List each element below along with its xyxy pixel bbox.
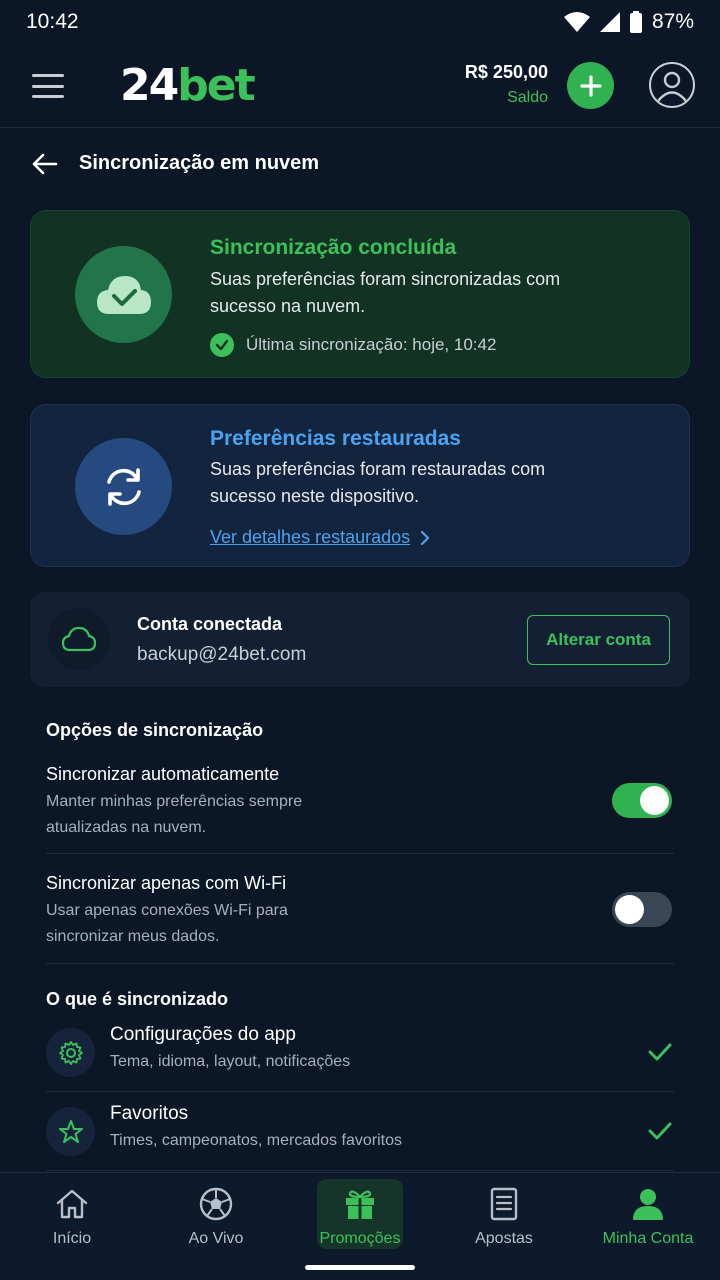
menu-icon[interactable] bbox=[32, 74, 64, 98]
check-icon bbox=[648, 1122, 672, 1140]
signal-icon bbox=[599, 12, 620, 32]
app-header: 24bet R$ 250,00 Saldo bbox=[0, 44, 720, 128]
auto-sync-title: Sincronizar automaticamente bbox=[46, 764, 280, 784]
restore-description: Suas preferências foram restauradas com … bbox=[210, 459, 546, 506]
cloud-check-circle bbox=[75, 246, 172, 343]
balance-label: Saldo bbox=[507, 89, 548, 106]
home-indicator bbox=[305, 1265, 415, 1270]
restore-status-card: Preferências restauradas Suas preferênci… bbox=[30, 404, 690, 567]
sync-status-description: Suas preferências foram sincronizadas co… bbox=[210, 269, 561, 316]
sync-status-title: Sincronização concluída bbox=[210, 236, 457, 259]
battery-percent: 87% bbox=[651, 10, 694, 33]
auto-sync-description: Manter minhas preferências sempre atuali… bbox=[46, 793, 303, 836]
bottom-navigation: Início Ao Vivo Promoções Apostas Minha C… bbox=[0, 1172, 720, 1280]
balance[interactable]: R$ 250,00 Saldo bbox=[465, 62, 548, 107]
nav-label: Promoções bbox=[319, 1230, 401, 1247]
status-bar: 10:42 87% bbox=[0, 0, 720, 44]
synced-items-heading: O que é sincronizado bbox=[46, 989, 229, 1009]
user-icon bbox=[657, 71, 687, 102]
logo-number: 24 bbox=[120, 60, 179, 111]
synced-item-description: Tema, idioma, layout, notificações bbox=[110, 1053, 351, 1070]
last-sync: Última sincronização: hoje, 10:42 bbox=[210, 333, 496, 357]
wifi-icon bbox=[563, 12, 590, 32]
nav-label: Apostas bbox=[475, 1230, 533, 1247]
synced-item-description: Times, campeonatos, mercados favoritos bbox=[110, 1132, 402, 1149]
back-arrow-icon[interactable] bbox=[30, 150, 58, 178]
status-time: 10:42 bbox=[26, 10, 79, 33]
page-title: Sincronização em nuvem bbox=[79, 152, 320, 174]
page-header: Sincronização em nuvem bbox=[0, 130, 720, 196]
last-sync-text: Última sincronização: hoje, 10:42 bbox=[246, 335, 497, 354]
nav-item-live[interactable]: Ao Vivo bbox=[144, 1173, 288, 1269]
auto-sync-toggle[interactable] bbox=[612, 783, 672, 818]
nav-item-home[interactable]: Início bbox=[0, 1173, 144, 1269]
connected-account: Conta conectada backup@24bet.com Alterar… bbox=[30, 592, 690, 687]
battery-icon bbox=[629, 11, 642, 33]
star-icon bbox=[46, 1107, 95, 1156]
wifi-only-toggle[interactable] bbox=[612, 892, 672, 927]
cloud-check-icon bbox=[96, 275, 151, 314]
profile-button[interactable] bbox=[649, 62, 695, 108]
refresh-icon bbox=[106, 467, 141, 506]
user-icon bbox=[633, 1189, 663, 1220]
sync-status-card: Sincronização concluída Suas preferência… bbox=[30, 210, 690, 378]
balance-amount: R$ 250,00 bbox=[464, 62, 548, 82]
logo[interactable]: 24bet bbox=[120, 60, 256, 111]
restored-details-label: Ver detalhes restaurados bbox=[210, 527, 411, 547]
gift-icon bbox=[346, 1190, 374, 1219]
sync-circle bbox=[75, 438, 172, 535]
synced-item-title: Configurações do app bbox=[110, 1024, 296, 1045]
check-icon bbox=[648, 1043, 672, 1061]
nav-item-my-account[interactable]: Minha Conta bbox=[576, 1173, 720, 1269]
account-email: backup@24bet.com bbox=[137, 644, 307, 665]
cloud-icon bbox=[48, 608, 110, 670]
auto-sync-option: Sincronizar automaticamente Manter minha… bbox=[46, 764, 674, 841]
nav-label: Ao Vivo bbox=[188, 1230, 244, 1247]
plus-icon bbox=[579, 74, 602, 97]
soccer-ball-icon bbox=[199, 1187, 233, 1221]
divider bbox=[46, 1170, 674, 1171]
logo-text: bet bbox=[177, 60, 255, 111]
nav-item-promotions[interactable]: Promoções bbox=[288, 1173, 432, 1269]
wifi-only-title: Sincronizar apenas com Wi-Fi bbox=[46, 873, 287, 893]
restored-details-link[interactable]: Ver detalhes restaurados bbox=[210, 527, 430, 548]
synced-item-app-settings: Configurações do app Tema, idioma, layou… bbox=[46, 1020, 674, 1086]
nav-label: Início bbox=[52, 1230, 92, 1247]
divider bbox=[46, 853, 674, 854]
betslip-icon bbox=[490, 1187, 518, 1221]
chevron-right-icon bbox=[421, 530, 430, 545]
nav-label: Minha Conta bbox=[602, 1230, 694, 1247]
wifi-only-description: Usar apenas conexões Wi-Fi para sincroni… bbox=[46, 902, 288, 945]
sync-options-heading: Opções de sincronização bbox=[46, 720, 264, 740]
wifi-only-option: Sincronizar apenas com Wi-Fi Usar apenas… bbox=[46, 873, 674, 950]
restore-title: Preferências restauradas bbox=[210, 427, 461, 450]
change-account-button[interactable]: Alterar conta bbox=[527, 615, 670, 665]
nav-item-bets[interactable]: Apostas bbox=[432, 1173, 576, 1269]
home-icon bbox=[56, 1189, 88, 1219]
synced-item-title: Favoritos bbox=[110, 1103, 189, 1124]
account-title: Conta conectada bbox=[137, 614, 283, 634]
status-icons: 87% bbox=[563, 10, 694, 34]
divider bbox=[46, 963, 674, 964]
check-circle-icon bbox=[210, 333, 234, 357]
deposit-button[interactable] bbox=[567, 62, 614, 109]
gear-icon bbox=[46, 1028, 95, 1077]
divider bbox=[46, 1091, 674, 1092]
synced-item-favorites: Favoritos Times, campeonatos, mercados f… bbox=[46, 1099, 674, 1165]
